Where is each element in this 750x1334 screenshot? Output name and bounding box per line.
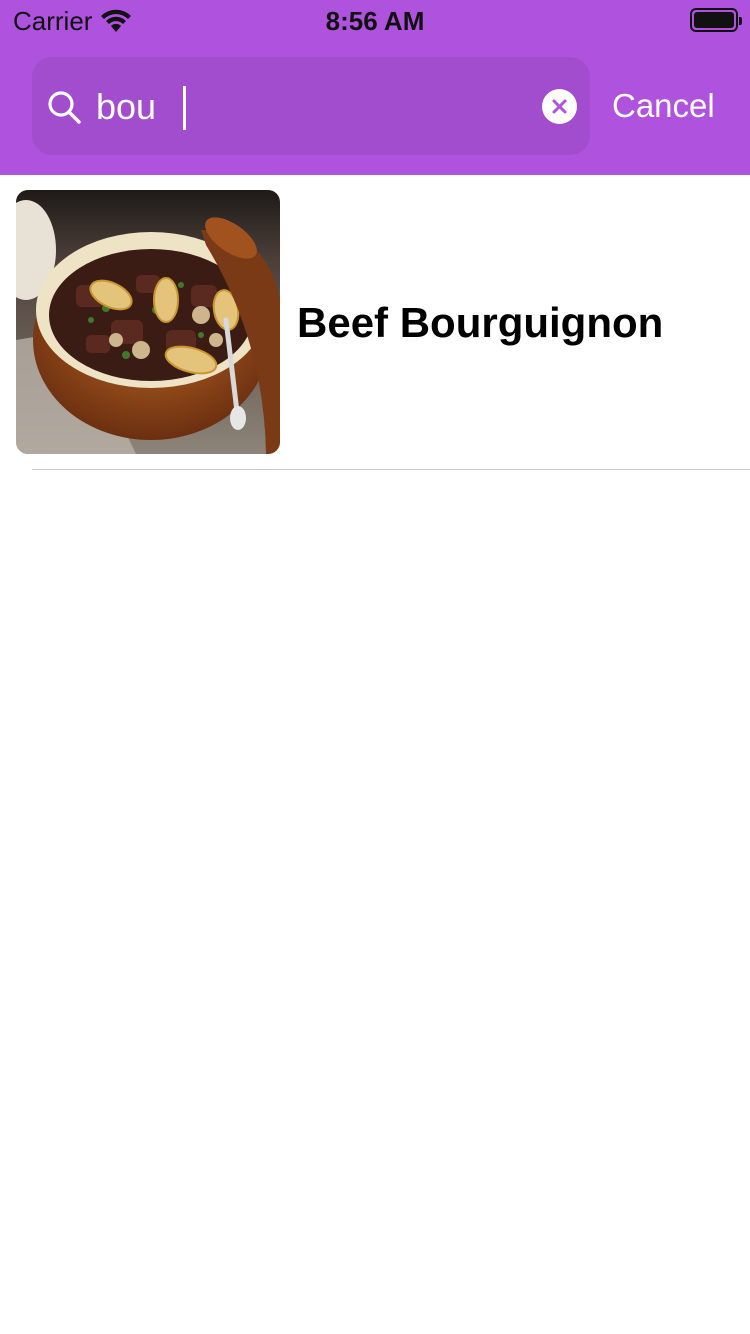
clear-icon[interactable] (542, 89, 577, 124)
beef-bourguignon-photo (16, 190, 280, 454)
search-field[interactable] (32, 57, 590, 155)
battery-level (694, 12, 734, 28)
battery-nub (739, 17, 742, 25)
screen: Carrier 8:56 AM bou Cancel Beef Bourguig… (0, 0, 750, 1334)
cancel-button[interactable]: Cancel (612, 86, 715, 126)
search-icon (48, 91, 81, 124)
text-caret (183, 86, 186, 130)
recipe-thumbnail (16, 190, 280, 454)
clear-x-glyph (552, 99, 567, 114)
search-input[interactable] (96, 81, 516, 133)
status-bar: Carrier 8:56 AM (0, 0, 750, 40)
row-separator (32, 469, 750, 470)
search-header: Carrier 8:56 AM bou Cancel (0, 0, 750, 175)
battery-icon (690, 8, 742, 32)
status-time: 8:56 AM (325, 6, 425, 36)
table-row[interactable]: Beef Bourguignon (0, 175, 750, 470)
recipe-title: Beef Bourguignon (297, 299, 664, 346)
